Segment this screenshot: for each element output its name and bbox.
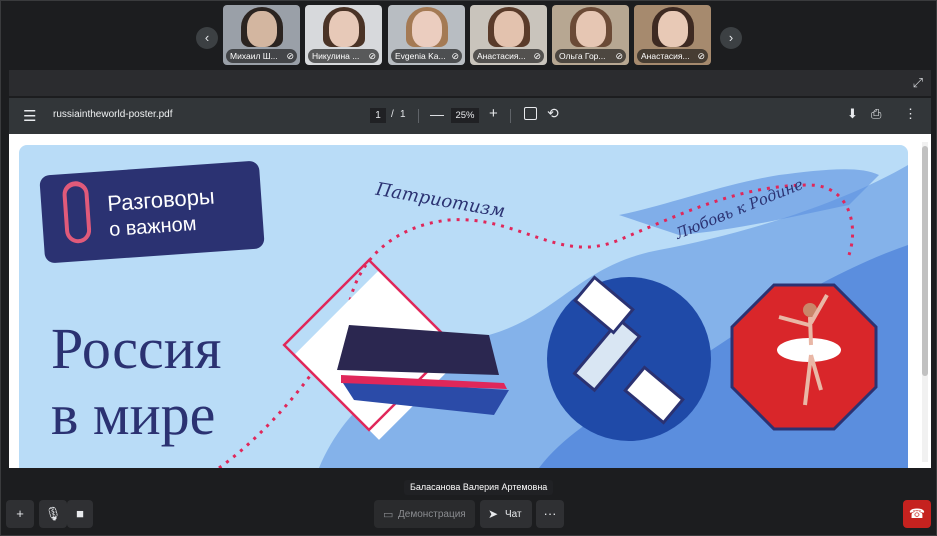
participant-strip: ‹ Михаил Ш... ⊘ Никулина ... ⊘ Evgenia Ka...… [0,5,937,67]
demo-label: Демонстрация [398,509,466,520]
download-icon[interactable]: ⬇ [847,106,858,122]
page-separator: / [391,109,394,120]
pdf-toolbar: ☰ russiaintheworld-poster.pdf 1 / 1 — 25… [9,98,931,134]
chat-button[interactable]: ➤ Чат [480,500,532,528]
page-total: 1 [400,109,406,120]
participant-face [576,11,606,47]
paperclip-icon [61,180,92,245]
mic-off-icon: ⊘ [286,51,294,61]
camera-button[interactable]: ■ [67,500,93,528]
badge-line2: о важном [108,212,198,242]
participant-tile[interactable]: Ольга Гор... ⊘ [552,5,629,65]
poster-title-line1: Россия [51,316,222,381]
participant-face [329,11,359,47]
participant-tile[interactable]: Анастасия... ⊘ [470,5,547,65]
strip-prev-button[interactable]: ‹ [196,27,218,49]
chat-label: Чат [505,509,522,520]
screen-share-icon: ▭ [383,509,394,521]
mic-off-icon: 🎙 [44,506,62,521]
mic-off-icon: ⊘ [697,51,705,61]
mic-button[interactable]: 🎙 [39,500,67,528]
participant-tile[interactable]: Evgenia Ka... ⊘ [388,5,465,65]
participant-face [494,11,524,47]
hang-up-icon: ☎ [908,506,926,521]
poster-title-line2: в мире [51,382,216,447]
zoom-out-button[interactable]: — [430,106,444,122]
expand-icon[interactable]: ⤢ [913,75,923,91]
participant-tile[interactable]: Никулина ... ⊘ [305,5,382,65]
more-button[interactable]: ··· [536,500,564,528]
participant-tile[interactable]: Михаил Ш... ⊘ [223,5,300,65]
satellite-circle [547,277,711,441]
ship-hull [337,325,499,375]
strip-next-button[interactable]: › [720,27,742,49]
pdf-filename: russiaintheworld-poster.pdf [53,109,173,120]
mic-off-icon: ⊘ [533,51,541,61]
participant-face [247,11,277,47]
add-participant-button[interactable]: + [6,500,34,528]
mic-off-icon: ⊘ [451,51,459,61]
camera-icon: ■ [76,506,84,521]
more-icon: ··· [543,506,557,521]
divider [418,109,419,123]
demo-button[interactable]: ▭ Демонстрация [374,500,475,528]
scrollbar-thumb[interactable] [922,146,928,376]
pdf-more-icon[interactable]: ⋮ [904,106,917,122]
zoom-input[interactable]: 25% [451,108,479,123]
zoom-in-button[interactable]: + [489,105,498,122]
speaker-name: Баласанова Валерия Артемовна [404,480,554,495]
badge-line1: Разговоры [106,183,216,217]
pdf-page-area[interactable]: Разговоры о важном Патриотизм Любовь к Р… [9,134,931,468]
mic-off-icon: ⊘ [615,51,623,61]
add-participant-icon: + [16,506,24,521]
participant-face [412,11,442,47]
participant-face [658,11,688,47]
poster: Разговоры о важном Патриотизм Любовь к Р… [19,145,908,468]
fit-page-icon[interactable] [524,107,537,120]
send-icon: ➤ [488,507,499,521]
divider [510,109,511,123]
hang-up-button[interactable]: ☎ [903,500,931,528]
mic-off-icon: ⊘ [368,51,376,61]
menu-icon[interactable]: ☰ [23,107,36,125]
participant-tile[interactable]: Анастасия... ⊘ [634,5,711,65]
page-input[interactable]: 1 [370,108,386,123]
rotate-icon[interactable]: ⟲ [547,105,559,122]
print-icon[interactable]: ⎙ [871,106,881,122]
viewer-header: ⤢ [9,70,931,96]
logo-badge: Разговоры о важном [39,160,265,264]
scrollbar[interactable] [922,142,928,462]
